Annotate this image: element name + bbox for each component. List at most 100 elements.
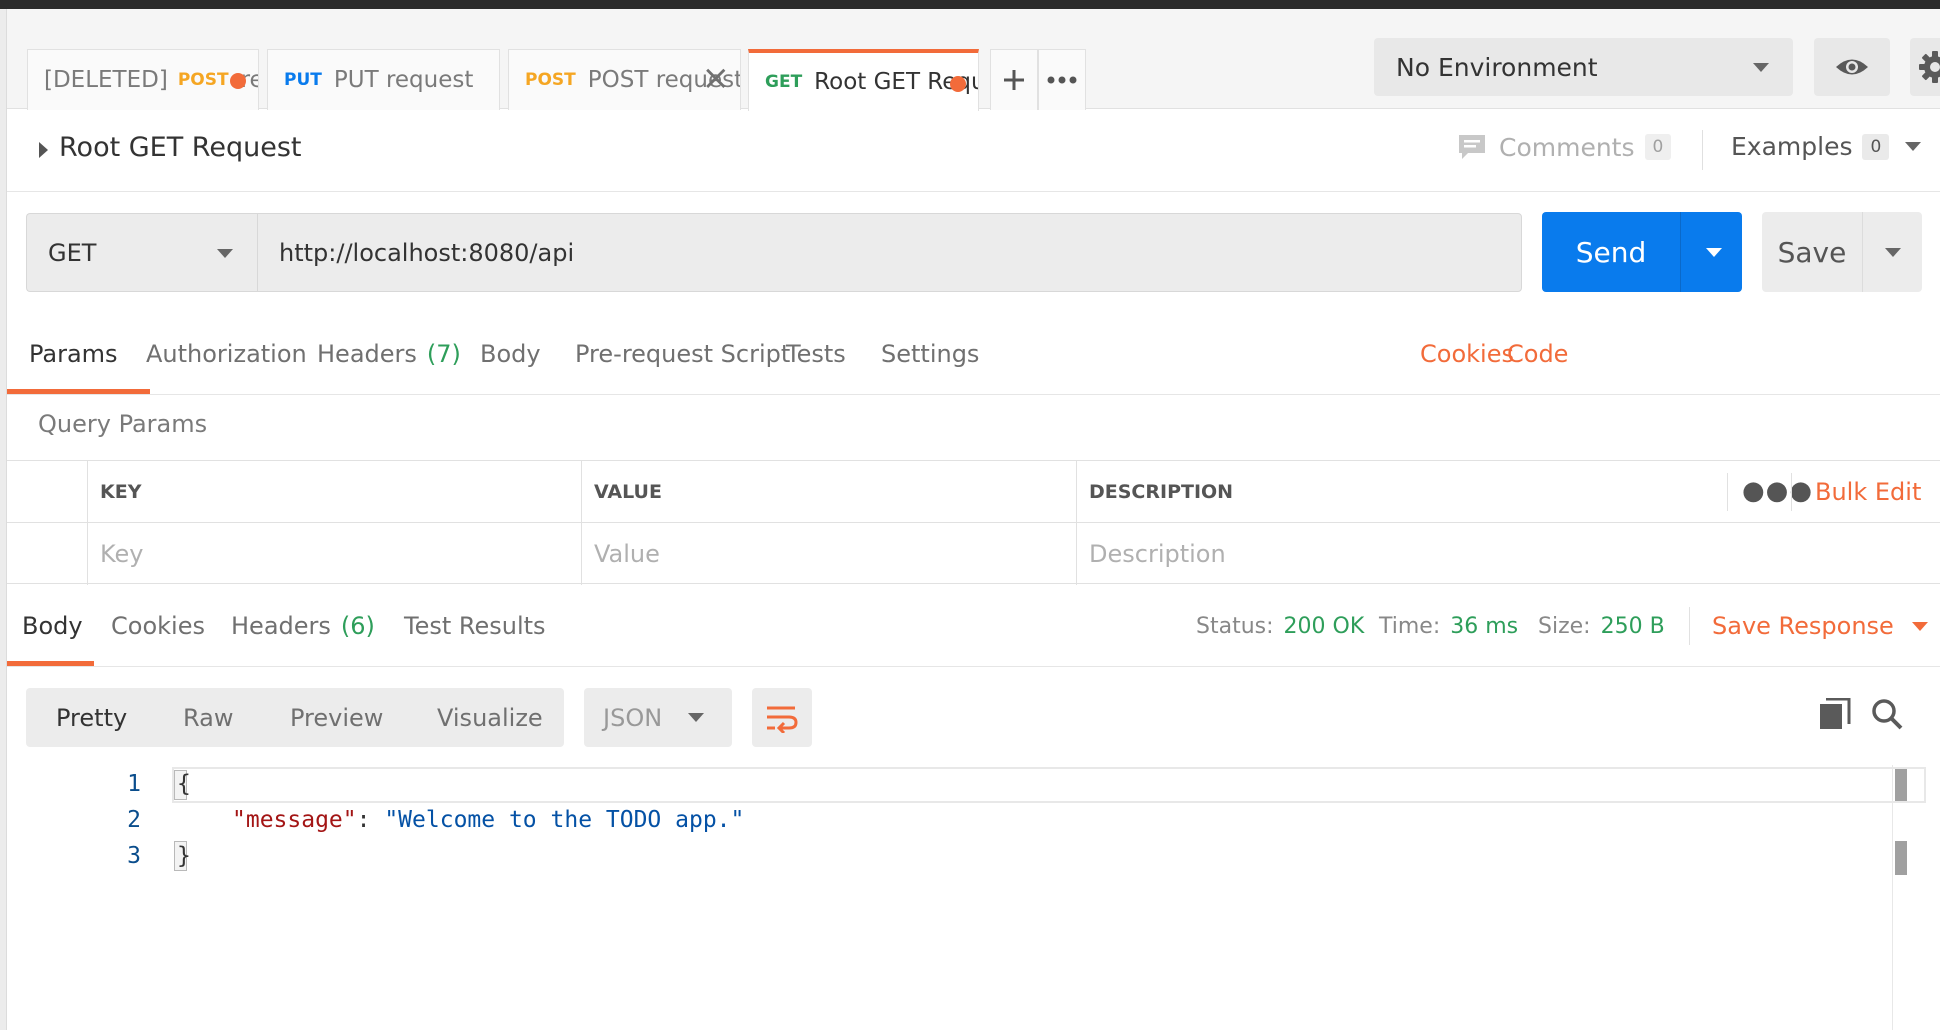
examples-count: 0 [1862,133,1890,160]
active-tab-indicator [7,661,94,666]
tab-body[interactable]: Body [480,313,541,395]
tab-authorization[interactable]: Authorization [146,313,307,395]
divider [1702,130,1703,170]
save-response-button[interactable]: Save Response [1712,585,1928,667]
sidebar-edge [0,9,7,1030]
copy-button[interactable] [1819,697,1851,734]
expand-triangle-icon[interactable] [39,142,48,158]
tab-options-button[interactable] [1038,49,1086,110]
tab-put-request[interactable]: PUT PUT request [267,49,500,110]
wrap-lines-icon [767,706,798,733]
new-tab-button[interactable] [990,49,1038,110]
comments-label: Comments [1499,132,1635,162]
wrap-lines-button[interactable] [752,688,812,747]
value-input[interactable]: Value [581,523,1076,585]
tab-tests[interactable]: Tests [786,313,846,395]
column-header-key: KEY [87,461,581,523]
scrollbar-thumb[interactable] [1895,841,1907,875]
divider [1689,607,1690,645]
json-string-value: "Welcome to the TODO app." [384,807,745,833]
comments-button[interactable]: Comments 0 [1457,132,1672,162]
more-icon [1047,76,1077,84]
response-headers-count: (6) [340,612,375,640]
response-size: Size: 250 B [1538,585,1665,667]
examples-label: Examples [1731,132,1853,161]
tab-method: GET [765,72,803,92]
tab-pre-request-script[interactable]: Pre-request Script [575,313,790,395]
url-input[interactable]: http://localhost:8080/api [257,213,1522,292]
response-body-editor[interactable]: 1 2 3 { "message": "Welcome to the TODO … [7,765,1940,1030]
scrollbar-thumb[interactable] [1895,769,1907,801]
bulk-edit-link[interactable]: Bulk Edit [1815,461,1921,523]
response-format-label: JSON [603,703,663,732]
view-visualize-button[interactable]: Visualize [437,688,543,747]
view-preview-button[interactable]: Preview [290,688,383,747]
status-label: Status: [1196,613,1274,639]
comment-icon [1459,135,1485,159]
examples-button[interactable]: Examples 0 [1731,132,1922,161]
send-button[interactable]: Send [1542,212,1742,292]
method-select[interactable]: GET [26,213,257,292]
chevron-down-icon [688,713,704,722]
response-format-select[interactable]: JSON [584,688,732,747]
tab-root-get-request[interactable]: GET Root GET Request [748,49,979,111]
line-number: 3 [127,843,141,869]
chevron-down-icon [1911,621,1928,631]
tab-method: POST [525,70,576,90]
editor-scroll-track [1892,765,1893,1030]
request-title[interactable]: Root GET Request [59,132,302,163]
eye-icon [1836,59,1868,75]
tab-headers[interactable]: Headers (7) [317,313,461,395]
tab-post-request[interactable]: POST POST request × [508,49,741,110]
size-value: 250 B [1600,613,1665,639]
manage-environments-button[interactable] [1910,38,1940,96]
save-button[interactable]: Save [1762,212,1922,292]
response-tab-headers[interactable]: Headers (6) [231,585,375,667]
environment-select[interactable]: No Environment [1374,38,1793,96]
code-line: } [177,843,191,869]
code-link[interactable]: Code [1507,313,1568,395]
send-options-chevron-icon[interactable] [1706,248,1722,257]
tab-method: PUT [284,70,322,90]
chevron-down-icon [217,249,233,258]
column-options-icon[interactable]: ●●● [1742,478,1813,504]
json-colon: : [356,807,385,833]
query-params-table: KEY VALUE DESCRIPTION ●●● Bulk Edit Key … [7,460,1940,585]
save-label: Save [1777,235,1847,269]
tab-deleted-post[interactable]: [DELETED] POST rem... [27,49,259,110]
environment-quick-look-button[interactable] [1814,38,1890,96]
request-header: Root GET Request Comments 0 Examples 0 [7,110,1940,192]
response-tab-headers-label: Headers [231,612,331,640]
active-tab-indicator [7,389,150,394]
time-label: Time: [1379,613,1441,639]
cookies-link[interactable]: Cookies [1420,313,1514,395]
headers-count: (7) [426,340,461,368]
line-number: 1 [127,771,141,797]
description-input[interactable]: Description [1076,523,1940,585]
view-pretty-button[interactable]: Pretty [56,688,127,747]
code-line: "message": "Welcome to the TODO app." [232,807,744,833]
active-line-highlight [172,767,1926,803]
close-tab-icon[interactable]: × [702,58,731,98]
method-label: GET [48,238,97,267]
tab-settings[interactable]: Settings [881,313,979,395]
view-raw-button[interactable]: Raw [183,688,233,747]
column-header-value: VALUE [581,461,1076,523]
response-tab-cookies[interactable]: Cookies [111,585,205,667]
divider [1791,473,1792,511]
table-header-row: KEY VALUE DESCRIPTION ●●● Bulk Edit [7,461,1940,523]
search-button[interactable] [1871,698,1903,734]
key-input[interactable]: Key [87,523,581,585]
response-status: Status: 200 OK [1196,585,1364,667]
status-value: 200 OK [1283,613,1365,639]
unsaved-dot [230,73,246,89]
save-options-chevron-icon[interactable] [1885,248,1901,257]
chevron-down-icon [1753,63,1769,72]
tab-params[interactable]: Params [29,313,118,395]
response-tab-body[interactable]: Body [22,585,83,667]
copy-icon [1820,697,1851,729]
size-label: Size: [1538,613,1591,639]
response-tab-test-results[interactable]: Test Results [404,585,546,667]
query-params-label: Query Params [38,410,208,438]
time-value: 36 ms [1450,613,1519,639]
